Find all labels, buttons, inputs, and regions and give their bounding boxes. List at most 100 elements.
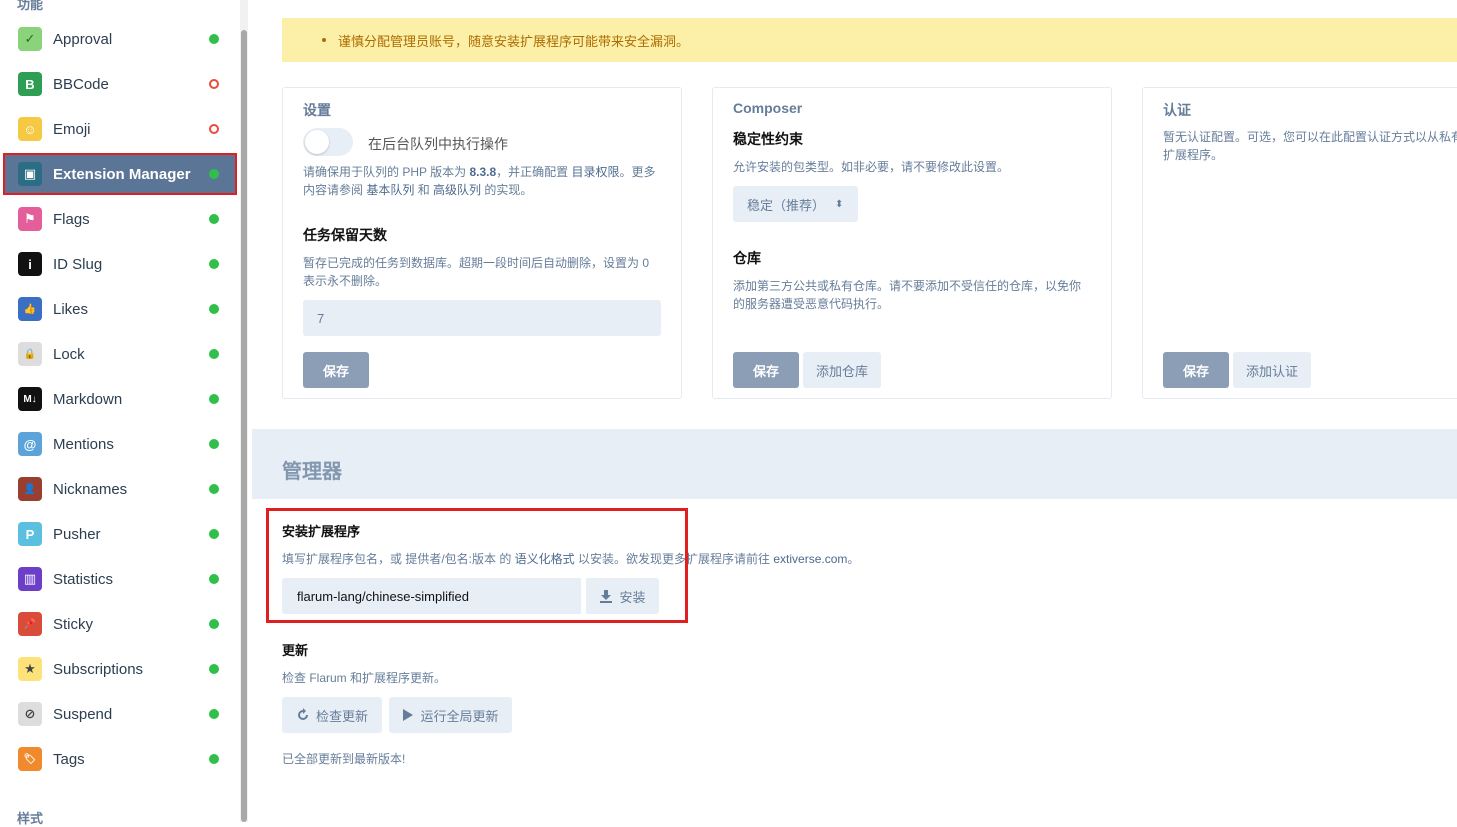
toggle-label: 在后台队列中执行操作 — [368, 136, 508, 152]
sidebar-item-approval[interactable]: ✓ Approval — [4, 18, 236, 60]
status-indicator — [209, 259, 219, 269]
highlight-box — [266, 508, 688, 623]
link-basic-queue[interactable]: 基本队列 — [366, 183, 414, 197]
pusher-icon: P — [18, 522, 42, 546]
button-label: 检查更新 — [315, 708, 368, 724]
sidebar-scrollbar-thumb[interactable] — [241, 30, 247, 822]
sidebar-item-label: Suspend — [53, 705, 113, 723]
status-indicator — [209, 529, 219, 539]
help-text: 。 — [847, 552, 860, 566]
auth-card: 认证 暂无认证配置。可选，您可以在此配置认证方式以从私有 扩展程序。 保存 添加… — [1142, 87, 1457, 399]
repo-label: 仓库 — [733, 250, 761, 266]
sidebar-item-bbcode[interactable]: B BBCode — [4, 63, 236, 105]
link-advanced-queue[interactable]: 高级队列 — [433, 183, 481, 197]
help-text: 的服务器遭受恶意代码执行。 — [733, 297, 890, 311]
sidebar-item-lock[interactable]: 🔒 Lock — [4, 333, 236, 375]
php-version: 8.3.8 — [469, 165, 497, 179]
sidebar-item-label: BBCode — [53, 75, 109, 93]
sidebar-item-suspend[interactable]: ⊘ Suspend — [4, 693, 236, 735]
update-label: 更新 — [282, 643, 309, 658]
manager-section-header: 管理器 — [252, 429, 1457, 499]
sidebar-item-id-slug[interactable]: i ID Slug — [4, 243, 236, 285]
help-text: 的实现。 — [481, 183, 533, 197]
button-label: 运行全局更新 — [420, 708, 499, 724]
info-icon: i — [18, 252, 42, 276]
update-help: 检查 Flarum 和扩展程序更新。 — [282, 671, 447, 685]
sidebar-item-likes[interactable]: 👍 Likes — [4, 288, 236, 330]
help-text: 添加第三方公共或私有仓库。请不要添加不受信任的仓库，以免你 — [733, 279, 1082, 293]
status-indicator — [209, 439, 219, 449]
queue-help: 请确保用于队列的 PHP 版本为 8.3.8，并正确配置 目录权限。更多 内容请… — [303, 163, 673, 199]
save-button[interactable]: 保存 — [1163, 352, 1229, 388]
sidebar-item-statistics[interactable]: ▥ Statistics — [4, 558, 236, 600]
sidebar-item-flags[interactable]: ⚑ Flags — [4, 198, 236, 240]
link-permissions[interactable]: 目录权限 — [572, 165, 620, 179]
stability-select[interactable]: 稳定（推荐） ⬍ — [733, 186, 858, 222]
stability-label: 稳定性约束 — [733, 131, 803, 147]
check-updates-button[interactable]: 检查更新 — [282, 697, 382, 733]
sidebar-item-label: Likes — [53, 300, 89, 318]
sidebar-item-mentions[interactable]: @ Mentions — [4, 423, 236, 465]
save-button[interactable]: 保存 — [733, 352, 799, 388]
sidebar-item-nicknames[interactable]: 👤 Nicknames — [4, 468, 236, 510]
sidebar-item-label: Sticky — [53, 615, 94, 633]
settings-card: 设置 在后台队列中执行操作 请确保用于队列的 PHP 版本为 8.3.8，并正确… — [282, 87, 682, 399]
status-indicator — [209, 394, 219, 404]
status-indicator — [209, 574, 219, 584]
help-text: 暂无认证配置。可选，您可以在此配置认证方式以从私有 — [1163, 130, 1457, 144]
play-icon — [402, 708, 414, 722]
card-title: Composer — [733, 100, 803, 116]
select-value: 稳定（推荐） — [747, 197, 826, 213]
card-title: 认证 — [1163, 102, 1191, 118]
star-icon: ★ — [18, 657, 42, 681]
status-indicator — [209, 664, 219, 674]
lock-icon: 🔒 — [18, 342, 42, 366]
sidebar-item-label: Mentions — [53, 435, 114, 453]
repo-help: 添加第三方公共或私有仓库。请不要添加不受信任的仓库，以免你 的服务器遭受恶意代码… — [733, 277, 1081, 313]
tags-icon: 🏷 — [18, 747, 42, 771]
markdown-icon: M↓ — [18, 387, 42, 411]
status-indicator — [209, 484, 219, 494]
auth-help: 暂无认证配置。可选，您可以在此配置认证方式以从私有 扩展程序。 — [1163, 128, 1457, 164]
add-repository-button[interactable]: 添加仓库 — [803, 352, 881, 388]
warning-alert: 谨慎分配管理员账号，随意安装扩展程序可能带来安全漏洞。 — [282, 18, 1457, 62]
sidebar-item-emoji[interactable]: ☺ Emoji — [4, 108, 236, 150]
retention-input[interactable]: 7 — [303, 300, 661, 336]
chart-icon: ▥ — [18, 567, 42, 591]
flag-icon: ⚑ — [18, 207, 42, 231]
user-tag-icon: 👤 — [18, 477, 42, 501]
sidebar-item-subscriptions[interactable]: ★ Subscriptions — [4, 648, 236, 690]
queue-toggle[interactable] — [303, 128, 353, 156]
help-text: 请确保用于队列的 PHP 版本为 — [303, 165, 470, 179]
composer-card: Composer 稳定性约束 允许安装的包类型。如非必要，请不要修改此设置。 稳… — [712, 87, 1112, 399]
sidebar-item-label: Emoji — [53, 120, 91, 138]
status-indicator — [209, 79, 219, 89]
help-text: 和 — [414, 183, 434, 197]
sidebar-item-markdown[interactable]: M↓ Markdown — [4, 378, 236, 420]
retention-label: 任务保留天数 — [303, 227, 387, 243]
section-title: 管理器 — [282, 461, 342, 483]
save-button[interactable]: 保存 — [303, 352, 369, 388]
sidebar-item-tags[interactable]: 🏷 Tags — [4, 738, 236, 780]
add-auth-button[interactable]: 添加认证 — [1233, 352, 1311, 388]
run-global-update-button[interactable]: 运行全局更新 — [389, 697, 512, 733]
link-extiverse[interactable]: extiverse.com — [773, 552, 847, 566]
main-content: 谨慎分配管理员账号，随意安装扩展程序可能带来安全漏洞。 设置 在后台队列中执行操… — [252, 0, 1457, 822]
sidebar-item-pusher[interactable]: P Pusher — [4, 513, 236, 555]
help-text: 扩展程序。 — [1163, 148, 1224, 162]
smile-icon: ☺ — [18, 117, 42, 141]
status-indicator — [209, 304, 219, 314]
sidebar-item-label: Nicknames — [53, 480, 128, 498]
sidebar-group-title-themes: 样式 — [17, 811, 44, 826]
sidebar: 功能 ✓ Approval B BBCode ☺ Emoji ▣ Extension Mana… — [0, 0, 252, 826]
ban-icon: ⊘ — [18, 702, 42, 726]
help-text: ，并正确配置 — [496, 165, 572, 179]
bbcode-icon: B — [18, 72, 42, 96]
highlight-box — [3, 153, 237, 195]
help-text: 。更多 — [619, 165, 656, 179]
at-icon: @ — [18, 432, 42, 456]
sidebar-item-sticky[interactable]: 📌 Sticky — [4, 603, 236, 645]
status-indicator — [209, 754, 219, 764]
alert-text: 谨慎分配管理员账号，随意安装扩展程序可能带来安全漏洞。 — [338, 33, 690, 49]
sidebar-item-label: ID Slug — [53, 255, 103, 273]
